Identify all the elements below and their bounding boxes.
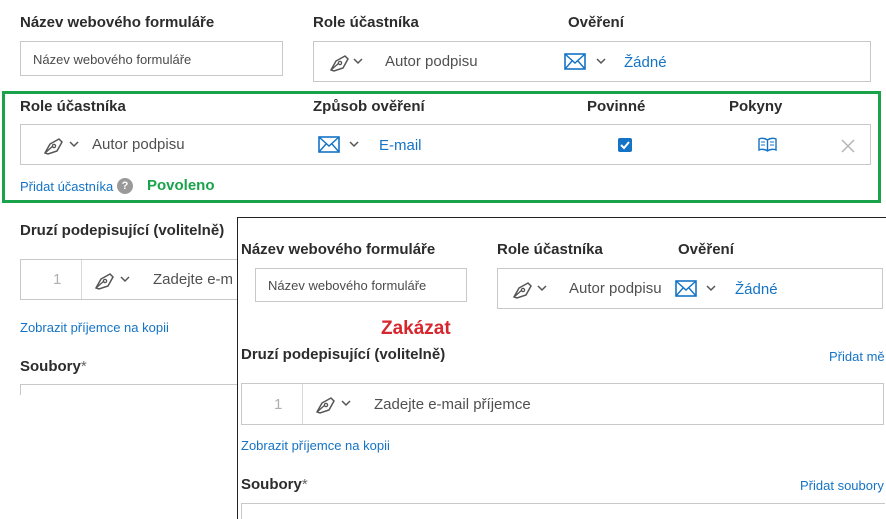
chevron-down-icon[interactable]	[353, 57, 363, 65]
envelope-icon[interactable]	[564, 53, 586, 70]
envelope-icon[interactable]	[318, 136, 340, 153]
form-name-input[interactable]: Název webového formuláře	[20, 41, 283, 76]
files-dropzone-edge	[20, 384, 241, 395]
close-icon[interactable]	[841, 139, 855, 153]
overlay-files-label: Soubory*	[241, 476, 308, 493]
check-icon	[620, 141, 630, 150]
help-icon[interactable]: ?	[117, 178, 133, 194]
add-files-link[interactable]: Přidat soubory	[800, 478, 884, 493]
row-number: 1	[53, 271, 62, 288]
form-name-label: Název webového formuláře	[20, 14, 215, 31]
other-signers-label: Druzí podepisující (volitelně)	[20, 222, 225, 239]
chevron-down-icon[interactable]	[349, 140, 359, 148]
overlay-verification-label: Ověření	[678, 241, 734, 258]
highlight-role-value[interactable]: Autor podpisu	[92, 136, 185, 153]
participant-row-top: Autor podpisu Žádné	[313, 41, 871, 82]
role-label: Role účastníka	[313, 14, 419, 31]
pen-nib-icon[interactable]	[42, 135, 66, 155]
chevron-down-icon[interactable]	[706, 284, 716, 292]
overlay-required-star: *	[301, 476, 308, 493]
book-icon[interactable]	[758, 137, 777, 152]
auth-value[interactable]: E-mail	[379, 137, 422, 154]
highlight-role-label: Role účastníka	[20, 98, 126, 115]
files-label-text: Soubory	[20, 358, 81, 375]
overlay-participant-row: Autor podpisu Žádné	[497, 268, 883, 309]
form-name-placeholder: Název webového formuláře	[33, 52, 192, 67]
overlay-files-label-text: Soubory	[241, 476, 302, 493]
email-input-placeholder[interactable]: Zadejte e-m	[153, 271, 233, 288]
chevron-down-icon[interactable]	[341, 399, 351, 407]
overlay-form-name-placeholder: Název webového formuláře	[268, 278, 427, 293]
overlay-recipient-row: 1 Zadejte e-mail příjemce	[241, 383, 884, 425]
auth-method-label: Způsob ověření	[313, 98, 425, 115]
verification-label: Ověření	[568, 14, 624, 31]
overlay-email-input[interactable]: Zadejte e-mail příjemce	[374, 396, 531, 413]
overlay-other-signers-label: Druzí podepisující (volitelně)	[241, 346, 446, 363]
overlay-show-cc-link[interactable]: Zobrazit příjemce na kopii	[241, 438, 390, 453]
recipient-row: 1 Zadejte e-m	[20, 259, 260, 300]
envelope-icon[interactable]	[675, 280, 697, 297]
add-participant-link[interactable]: Přidat účastníka	[20, 179, 113, 194]
required-star: *	[80, 358, 87, 375]
chevron-down-icon[interactable]	[596, 57, 606, 65]
overlay-files-dropzone[interactable]	[241, 503, 885, 519]
overlay-row-divider	[302, 384, 303, 424]
files-label: Soubory*	[20, 358, 87, 375]
pen-nib-icon[interactable]	[93, 270, 117, 290]
chevron-down-icon[interactable]	[537, 284, 547, 292]
instructions-label: Pokyny	[729, 98, 783, 115]
overlay-panel: Název webového formuláře Název webového …	[237, 217, 886, 519]
overlay-form-name-input[interactable]: Název webového formuláře	[255, 268, 467, 302]
add-me-link[interactable]: Přidat mě	[829, 349, 885, 364]
overlay-row-number: 1	[274, 396, 283, 413]
status-enabled: Povoleno	[147, 177, 215, 194]
overlay-form-name-label: Název webového formuláře	[241, 241, 436, 258]
role-value[interactable]: Autor podpisu	[385, 53, 478, 70]
pen-nib-icon[interactable]	[328, 52, 352, 72]
chevron-down-icon[interactable]	[120, 275, 130, 283]
overlay-role-label: Role účastníka	[497, 241, 603, 258]
overlay-role-value[interactable]: Autor podpisu	[569, 280, 662, 297]
verification-value[interactable]: Žádné	[624, 54, 667, 71]
required-label: Povinné	[587, 98, 646, 115]
pen-nib-icon[interactable]	[511, 279, 535, 299]
show-cc-link[interactable]: Zobrazit příjemce na kopii	[20, 320, 169, 335]
pen-nib-icon[interactable]	[314, 394, 338, 414]
chevron-down-icon[interactable]	[69, 140, 79, 148]
participant-row: Autor podpisu E-mail	[20, 124, 871, 165]
required-checkbox[interactable]	[618, 138, 632, 152]
row-divider	[81, 260, 82, 299]
overlay-verification-value[interactable]: Žádné	[735, 281, 778, 298]
status-disabled: Zakázat	[381, 318, 451, 339]
